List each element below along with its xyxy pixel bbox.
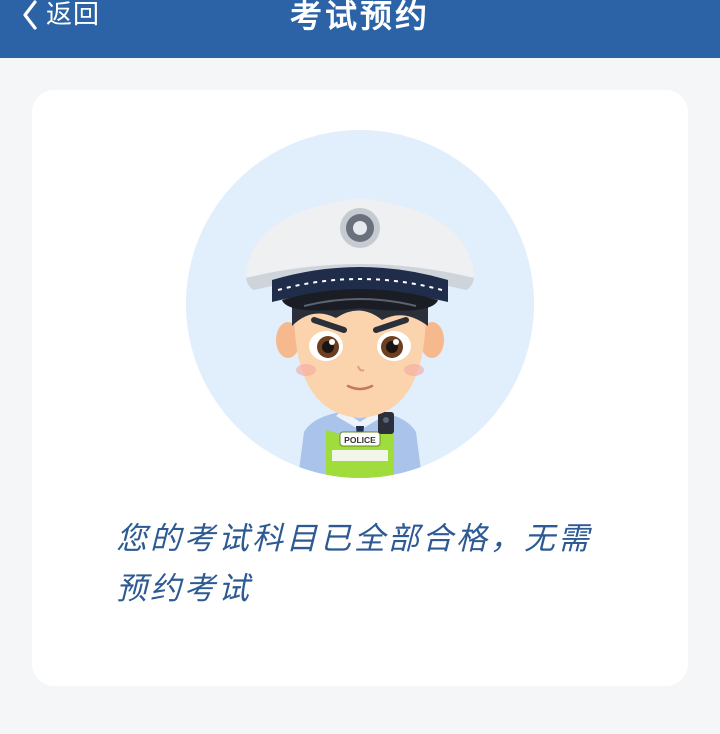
exam-status-message: 您的考试科目已全部合格，无需预约考试 [116, 521, 592, 607]
page-title: 考试预约 [289, 0, 430, 35]
header-bar: 返回 考试预约 [0, 0, 720, 58]
police-officer-avatar-icon: POLICE [186, 130, 534, 478]
police-badge-label: POLICE [344, 435, 376, 445]
status-card: POLICE 您的考试科目已全部合格，无需预约考试 [32, 90, 688, 686]
